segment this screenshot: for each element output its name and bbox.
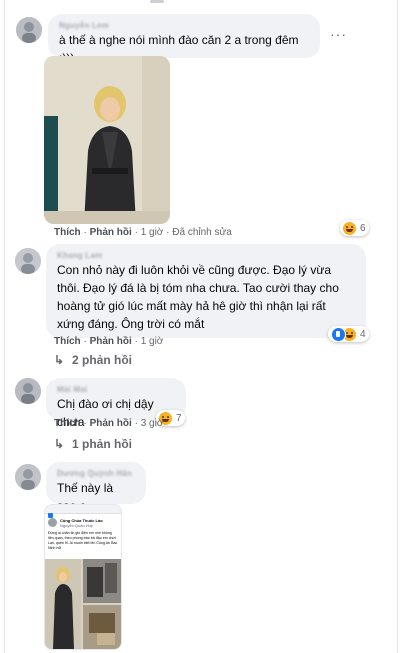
reaction-summary[interactable]: 6 bbox=[340, 220, 369, 236]
avatar[interactable] bbox=[15, 464, 41, 490]
commenter-name[interactable]: Nguyễn Lem bbox=[59, 20, 309, 31]
reaction-count: 6 bbox=[360, 222, 366, 234]
screenshot-navbar bbox=[45, 505, 121, 518]
comment-text: Con nhỏ này đi luôn khỏi về cũng được. Đ… bbox=[57, 263, 339, 331]
reply-button[interactable]: Phản hồi bbox=[90, 227, 132, 238]
reply-button[interactable]: Phản hồi bbox=[90, 336, 132, 347]
commenter-name[interactable]: Mái Mai bbox=[57, 384, 175, 395]
scroll-indicator bbox=[150, 0, 164, 3]
view-replies-link[interactable]: ↳ 2 phản hồi bbox=[54, 353, 132, 367]
comment-actions: Thích · Phản hồi · 1 giờ bbox=[54, 336, 164, 347]
reaction-count: 7 bbox=[176, 412, 182, 424]
reply-arrow-icon: ↳ bbox=[54, 353, 65, 367]
like-icon bbox=[331, 326, 346, 342]
haha-icon bbox=[343, 221, 356, 235]
view-replies-link[interactable]: ↳ 1 phản hồi bbox=[54, 437, 132, 451]
more-options-icon[interactable]: ··· bbox=[330, 26, 347, 42]
commenter-name[interactable]: Khang Lam bbox=[57, 250, 355, 261]
reply-arrow-icon: ↳ bbox=[54, 437, 65, 451]
reply-button[interactable]: Phản hồi bbox=[90, 418, 132, 429]
comment-bubble: Nguyễn Lem à thế à nghe nói mình đào căn… bbox=[48, 14, 320, 65]
timestamp[interactable]: 1 giờ bbox=[141, 227, 164, 238]
comment-actions: Thích · Phản hồi · 1 giờ · Đã chỉnh sửa bbox=[54, 227, 232, 238]
avatar[interactable] bbox=[16, 17, 42, 43]
edited-label: Đã chỉnh sửa bbox=[172, 227, 232, 238]
attached-screenshot[interactable]: Công Chúa Thuốc Lào Nguyễn Quân Huy Đừng… bbox=[44, 504, 122, 650]
like-button[interactable]: Thích bbox=[54, 336, 81, 347]
reaction-count: 4 bbox=[360, 328, 366, 340]
avatar bbox=[48, 518, 57, 527]
comment-actions: Thích · Phản hồi · 3 giờ bbox=[54, 418, 164, 429]
comment-bubble: Dương Quỳnh Hân Thế này là sao e bbox=[46, 462, 146, 513]
attached-photo[interactable] bbox=[44, 56, 170, 224]
avatar[interactable] bbox=[15, 378, 41, 404]
reaction-summary[interactable]: 4 bbox=[328, 326, 369, 342]
timestamp[interactable]: 3 giờ bbox=[141, 418, 164, 429]
avatar[interactable] bbox=[15, 248, 41, 274]
timestamp[interactable]: 1 giờ bbox=[141, 336, 164, 347]
like-button[interactable]: Thích bbox=[54, 227, 81, 238]
like-button[interactable]: Thích bbox=[54, 418, 81, 429]
screenshot-photo bbox=[45, 559, 121, 649]
screenshot-subtitle: Nguyễn Quân Huy bbox=[60, 523, 93, 528]
screenshot-text: Đừng ai chăn tin gió điện em nhé không l… bbox=[48, 531, 118, 550]
comment-bubble: Khang Lam Con nhỏ này đi luôn khỏi về cũ… bbox=[46, 244, 366, 338]
commenter-name[interactable]: Dương Quỳnh Hân bbox=[57, 468, 135, 479]
